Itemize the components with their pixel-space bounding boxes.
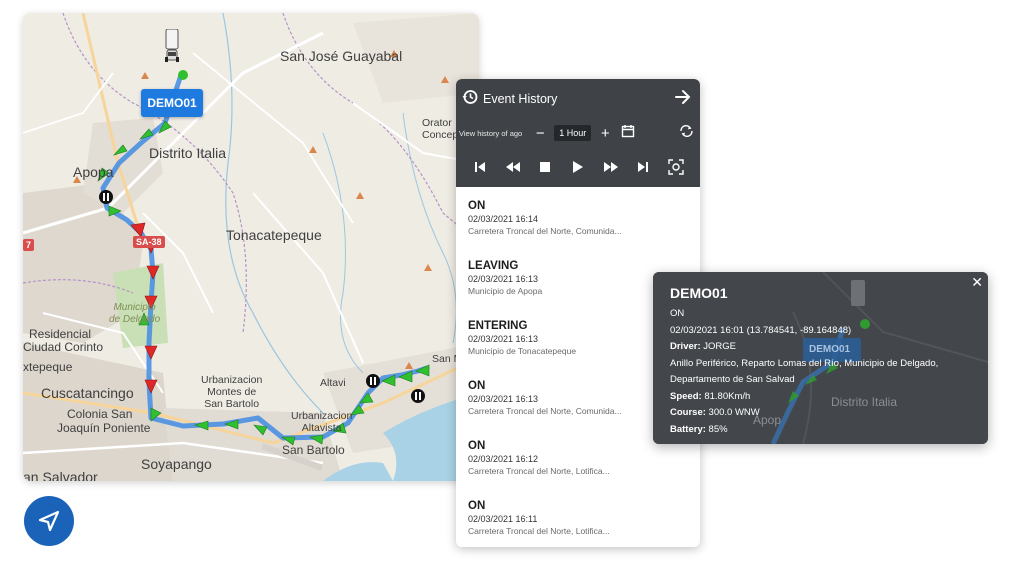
skip-start-icon[interactable]	[470, 157, 490, 177]
event-place: Carretera Troncal del Norte, Lotifica...	[468, 526, 610, 536]
road-badge-7: 7	[23, 239, 35, 251]
focus-target-icon[interactable]	[666, 157, 686, 177]
map-label-joaquin: Joaquín Poniente	[57, 421, 151, 435]
battery-label: Battery:	[670, 423, 706, 435]
speed-label: Speed:	[670, 390, 702, 402]
event-item[interactable]: ON 02/03/2021 16:14 Carretera Troncal de…	[456, 199, 700, 259]
hour-selector[interactable]: 1 Hour	[554, 125, 592, 141]
road-badge-sa38: SA-38	[133, 236, 165, 248]
popup-course: Course: 300.0 WNW	[670, 405, 938, 422]
popup-battery: Battery: 85%	[670, 422, 938, 439]
calendar-icon[interactable]	[621, 124, 635, 143]
popup-speed: Speed: 81.80Km/h	[670, 389, 938, 406]
refresh-icon[interactable]	[679, 124, 694, 143]
map-label-concep: Concep	[422, 129, 459, 141]
map-label-urbanizacion-montes: Urbanizacion Montes de San Bartolo	[201, 374, 263, 411]
event-time: 02/03/2021 16:11	[468, 514, 538, 524]
map-label-san-salvador: an Salvador	[23, 469, 98, 481]
course-label: Course:	[670, 407, 706, 418]
popup-title: DEMO01	[670, 285, 728, 301]
navigation-arrow-icon[interactable]	[24, 496, 74, 546]
map-label-cuscatancingo: Cuscatancingo	[41, 385, 134, 401]
event-time: 02/03/2021 16:14	[468, 214, 539, 224]
map-label-urbanizacion-altavista: Urbanizacion Altavista	[291, 410, 353, 435]
event-item[interactable]: ON 02/03/2021 16:12 Carretera Troncal de…	[456, 439, 700, 499]
panel-header: Event History	[456, 79, 700, 119]
map-label-apopa: Apopa	[73, 164, 114, 180]
skip-end-icon[interactable]	[633, 157, 653, 177]
vehicle-detail-popup: Distrito Italia DEMO01 Apop DEMO01 ON 02…	[653, 272, 988, 444]
close-icon[interactable]: ✕	[971, 274, 983, 291]
popup-driver: Driver: JORGE	[670, 339, 938, 356]
play-icon[interactable]	[568, 157, 588, 177]
battery-value: 85%	[708, 423, 728, 435]
map-label-altavista: Altavi	[320, 377, 346, 389]
driver-label: Driver:	[670, 341, 701, 352]
map-label-san-jose: San José Guayabal	[280, 48, 403, 64]
playback-controls	[456, 147, 700, 187]
fast-forward-icon[interactable]	[601, 157, 621, 177]
event-time: 02/03/2021 16:12	[468, 454, 539, 464]
event-title: LEAVING	[468, 260, 519, 272]
popup-datetime: 02/03/2021 16:01 (13.784541, -89.164848)	[670, 324, 852, 336]
arrow-right-icon[interactable]	[674, 89, 692, 110]
history-icon	[462, 89, 478, 110]
truck-icon[interactable]	[163, 28, 181, 68]
event-place: Carretera Troncal del Norte, Lotifica...	[468, 466, 610, 476]
map-label-municipio-delgado: Municipio de Delgado	[109, 302, 161, 325]
panel-title: Event History	[483, 92, 558, 106]
history-controls: View history of ago − 1 Hour +	[456, 119, 700, 147]
rewind-icon[interactable]	[503, 157, 523, 177]
popup-address-1: Anillo Periférico, Reparto Lomas del Río…	[670, 357, 939, 369]
map-label-mejicanos: xtepeque	[23, 360, 73, 374]
event-title: ON	[468, 200, 486, 212]
map-label-soyapango: Soyapango	[141, 456, 212, 472]
popup-address-2: Departamento de San Salvad	[670, 374, 795, 385]
course-value: 300.0 WNW	[708, 407, 760, 418]
stop-icon[interactable]	[535, 157, 555, 177]
map-label-oratorio: Orator	[422, 117, 452, 129]
event-place: Carretera Troncal del Norte, Comunida...	[468, 226, 622, 236]
plus-icon[interactable]: +	[595, 125, 615, 142]
driver-value: JORGE	[703, 341, 736, 352]
map-label-san-bartolo: San Bartolo	[282, 443, 345, 457]
vehicle-tag[interactable]: DEMO01	[141, 89, 203, 117]
map-label-distrito-italia: Distrito Italia	[149, 145, 227, 161]
map-view[interactable]: San José Guayabal Distrito Italia Apopa …	[23, 13, 479, 481]
map-label-colonia: Colonia San	[67, 407, 133, 421]
popup-content: DEMO01 ON 02/03/2021 16:01 (13.784541, -…	[670, 284, 938, 438]
popup-status: ON	[670, 308, 685, 319]
event-title: ON	[468, 500, 486, 512]
speed-value: 81.80Km/h	[704, 390, 751, 402]
map-label-tonacatepeque: Tonacatepeque	[226, 227, 322, 243]
view-history-label: View history of ago	[459, 128, 523, 138]
map-label-ciudad-corinto: Ciudad Corinto	[23, 340, 104, 354]
event-item[interactable]: ON 02/03/2021 16:11 Carretera Troncal de…	[456, 499, 700, 547]
minus-icon[interactable]: −	[530, 125, 550, 142]
